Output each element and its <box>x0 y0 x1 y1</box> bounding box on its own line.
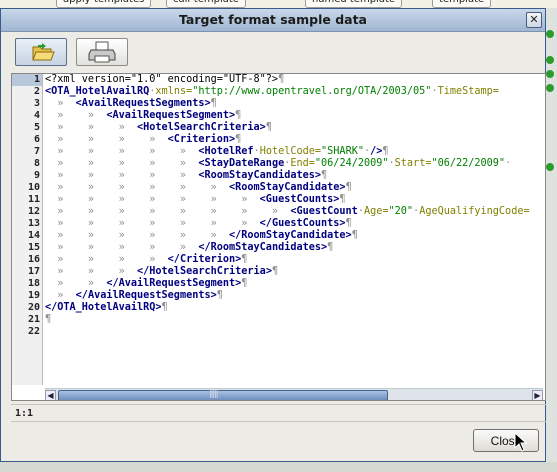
code-line: » </AvailRequestSegments>¶ <box>45 290 223 301</box>
status-dot-icon <box>546 163 554 171</box>
line-number: 18 <box>27 278 40 289</box>
code-line: » » </AvailRequestSegment>¶ <box>45 278 248 289</box>
code-line: » » » </HotelSearchCriteria>¶ <box>45 266 279 277</box>
printer-icon <box>88 41 116 63</box>
code-line: » » » » » » </RoomStayCandidate>¶ <box>45 230 358 241</box>
code-line: » » » » » » <RoomStayCandidate>¶ <box>45 182 352 193</box>
line-number: 10 <box>27 182 40 193</box>
line-number: 6 <box>33 134 40 145</box>
line-number: 5 <box>33 122 40 133</box>
line-number: 4 <box>33 110 40 121</box>
line-number: 15 <box>27 242 40 253</box>
code-line: » » » » » </RoomStayCandidates>¶ <box>45 242 334 253</box>
code-line: » » » » » <HotelRef·HotelCode="SHARK"·/>… <box>45 146 389 157</box>
line-number: 16 <box>27 254 40 265</box>
code-line: ¶ <box>45 314 52 325</box>
code-line: » » » » » » » </GuestCounts>¶ <box>45 218 352 229</box>
status-dot-icon <box>546 70 554 78</box>
xml-editor[interactable]: 1 2 3 4 5 6 7 8 9 10 11 12 13 14 15 16 17 18 19 20 21 22 <?xm… <box>11 73 546 401</box>
code-line: <?xml version="1.0" encoding="UTF-8"?>¶ <box>45 74 285 85</box>
code-line: » » » » » <StayDateRange·End="06/24/2009… <box>45 158 512 169</box>
line-number: 8 <box>33 158 40 169</box>
line-number: 17 <box>27 266 40 277</box>
bg-chip-apply-templates: apply-templates <box>56 0 152 8</box>
line-number: 2 <box>33 86 40 97</box>
code-line: <OTA_HotelAvailRQ·xmlns="http://www.open… <box>45 86 499 97</box>
dialog-button-bar: Close <box>1 422 545 462</box>
code-line: </OTA_HotelAvailRQ>¶ <box>45 302 168 313</box>
line-number: 7 <box>33 146 40 157</box>
background-bottom-strip <box>0 462 557 472</box>
code-line: » » » » » » » » <GuestCount·Age="20"·Age… <box>45 206 530 217</box>
scrollbar-thumb[interactable] <box>58 389 388 400</box>
cursor-position-status: 1:1 <box>11 404 546 422</box>
line-number-gutter: 1 2 3 4 5 6 7 8 9 10 11 12 13 14 15 16 17 18 19 20 21 22 <box>12 74 43 385</box>
line-number: 20 <box>27 302 40 313</box>
code-area[interactable]: <?xml version="1.0" encoding="UTF-8"?>¶ … <box>45 74 543 385</box>
line-number: 3 <box>33 98 40 109</box>
scroll-left-icon[interactable]: ◀ <box>45 390 56 400</box>
status-dot-icon <box>546 84 554 92</box>
line-number: 19 <box>27 290 40 301</box>
bg-chip-template: template <box>432 0 492 8</box>
dialog-titlebar[interactable]: Target format sample data ✕ <box>1 9 545 32</box>
code-line: » » » » » » » <GuestCounts>¶ <box>45 194 346 205</box>
line-number: 21 <box>27 314 40 325</box>
line-number: 22 <box>27 326 40 337</box>
folder-open-icon <box>32 43 55 61</box>
line-number: 12 <box>27 206 40 217</box>
status-dot-icon <box>546 56 554 64</box>
dialog-title: Target format sample data <box>178 12 367 27</box>
code-line: » » » » » <RoomStayCandidates>¶ <box>45 170 328 181</box>
print-button[interactable] <box>76 38 128 66</box>
sample-data-dialog: Target format sample data ✕ 1 2 3 4 5 6 7 8 9 10 1… <box>0 8 546 462</box>
code-line: » » » » </Criterion>¶ <box>45 254 248 265</box>
close-x-icon[interactable]: ✕ <box>526 12 542 28</box>
open-file-button[interactable] <box>15 38 67 66</box>
line-number: 13 <box>27 218 40 229</box>
close-button[interactable]: Close <box>473 429 539 452</box>
mouse-pointer-icon <box>514 432 528 452</box>
line-number: 11 <box>27 194 40 205</box>
bg-chip-named-template: named template <box>305 0 403 8</box>
horizontal-scrollbar[interactable]: ◀ ▶ <box>45 388 543 400</box>
scroll-right-icon[interactable]: ▶ <box>532 390 543 400</box>
line-number: 14 <box>27 230 40 241</box>
bg-chip-call-template: call-template <box>166 0 246 8</box>
line-number: 1 <box>12 74 42 86</box>
code-line: » » » <HotelSearchCriteria>¶ <box>45 122 272 133</box>
code-line: » <AvailRequestSegments>¶ <box>45 98 217 109</box>
code-line: » » » » <Criterion>¶ <box>45 134 242 145</box>
line-number: 9 <box>33 170 40 181</box>
code-line: » » <AvailRequestSegment>¶ <box>45 110 242 121</box>
status-dot-icon <box>546 30 554 38</box>
